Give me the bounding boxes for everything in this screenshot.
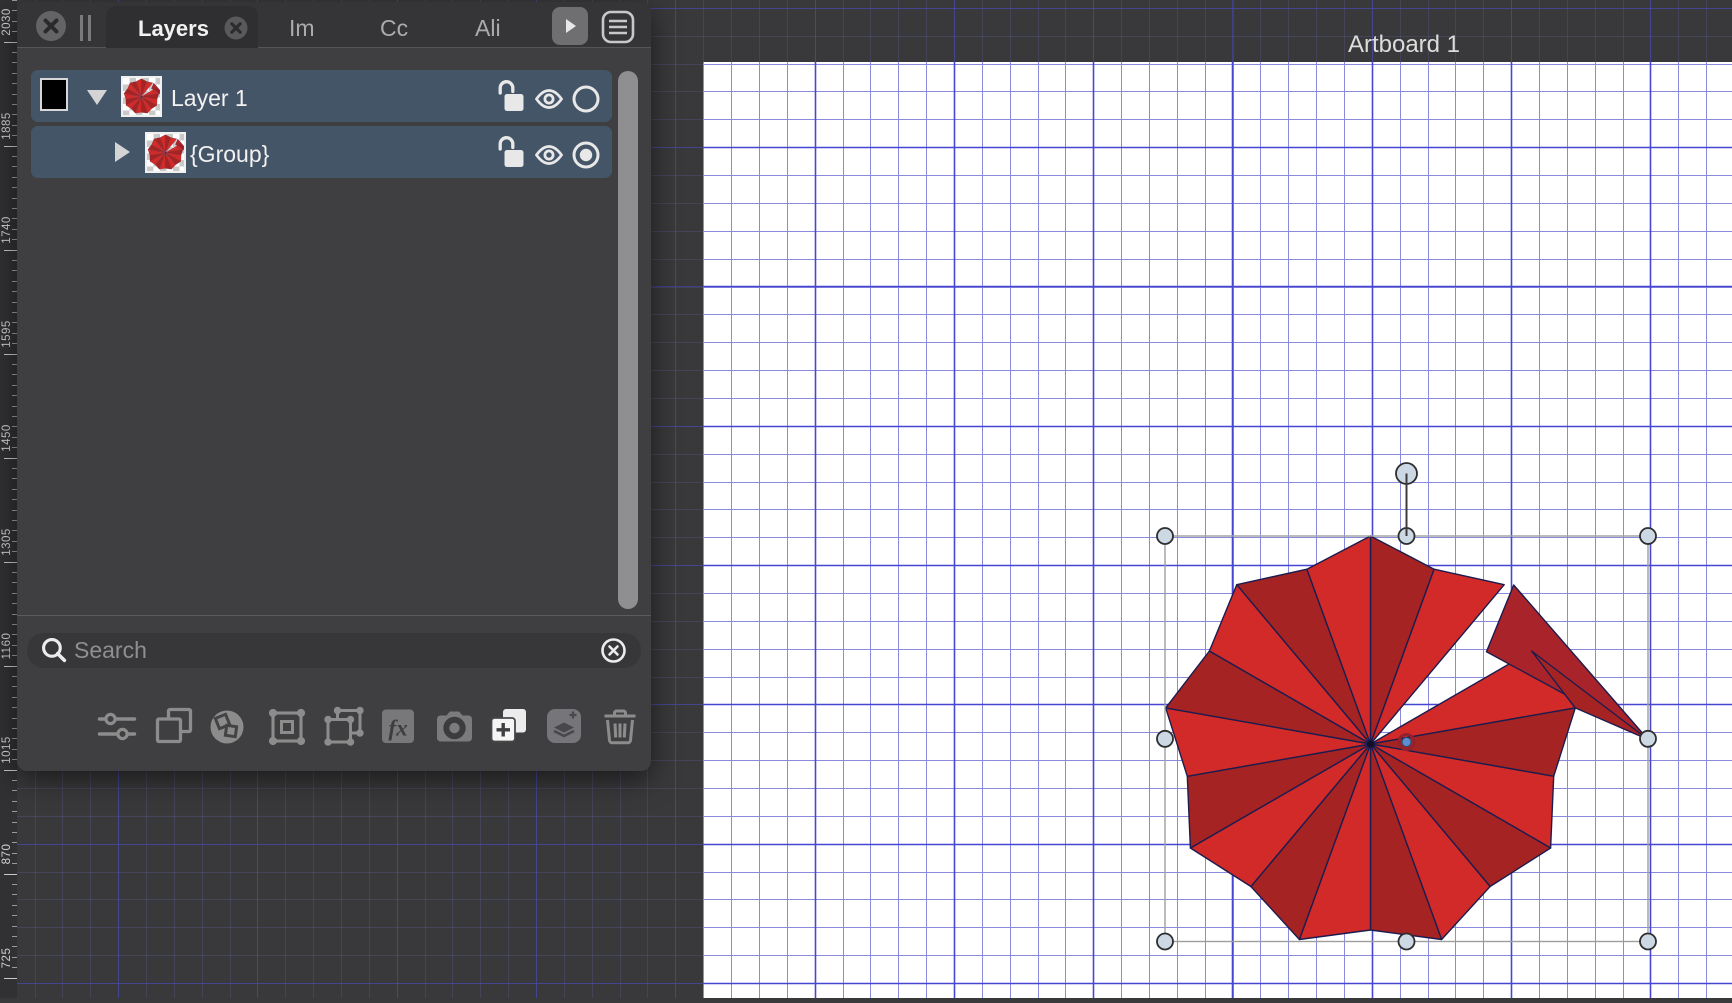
svg-text:fx: fx [388, 716, 407, 741]
